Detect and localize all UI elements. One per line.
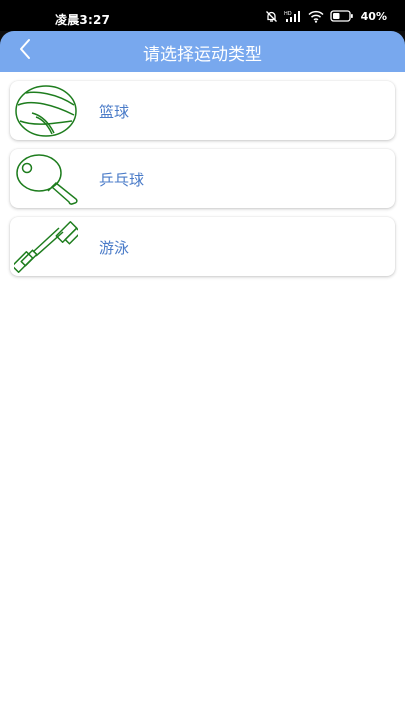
signal-icon: HD bbox=[284, 10, 302, 23]
ping-pong-paddle-icon bbox=[14, 151, 78, 207]
sport-item-swimming[interactable]: 游泳 bbox=[10, 217, 395, 276]
battery-icon bbox=[330, 10, 354, 22]
status-icons: HD 40% bbox=[265, 9, 387, 23]
title-bar: 请选择运动类型 bbox=[0, 31, 405, 72]
dumbbell-icon bbox=[11, 219, 82, 275]
title-bar-background: 请选择运动类型 bbox=[0, 31, 405, 72]
sport-label: 乒乓球 bbox=[99, 171, 145, 189]
sport-label: 篮球 bbox=[99, 103, 130, 121]
wifi-icon bbox=[308, 10, 324, 23]
battery-percent: 40% bbox=[360, 9, 387, 23]
basketball-icon bbox=[14, 83, 78, 139]
sport-item-basketball[interactable]: 篮球 bbox=[10, 81, 395, 140]
sport-type-list: 篮球 乒乓球 游泳 bbox=[10, 81, 395, 285]
bell-muted-icon bbox=[265, 10, 278, 23]
network-badge: HD bbox=[284, 11, 292, 17]
sport-label: 游泳 bbox=[99, 239, 130, 257]
page-title: 请选择运动类型 bbox=[143, 45, 262, 65]
status-bar: 凌晨3:27 HD 40% bbox=[0, 0, 405, 31]
sport-item-ping-pong[interactable]: 乒乓球 bbox=[10, 149, 395, 208]
status-time: 凌晨3:27 bbox=[55, 13, 111, 27]
